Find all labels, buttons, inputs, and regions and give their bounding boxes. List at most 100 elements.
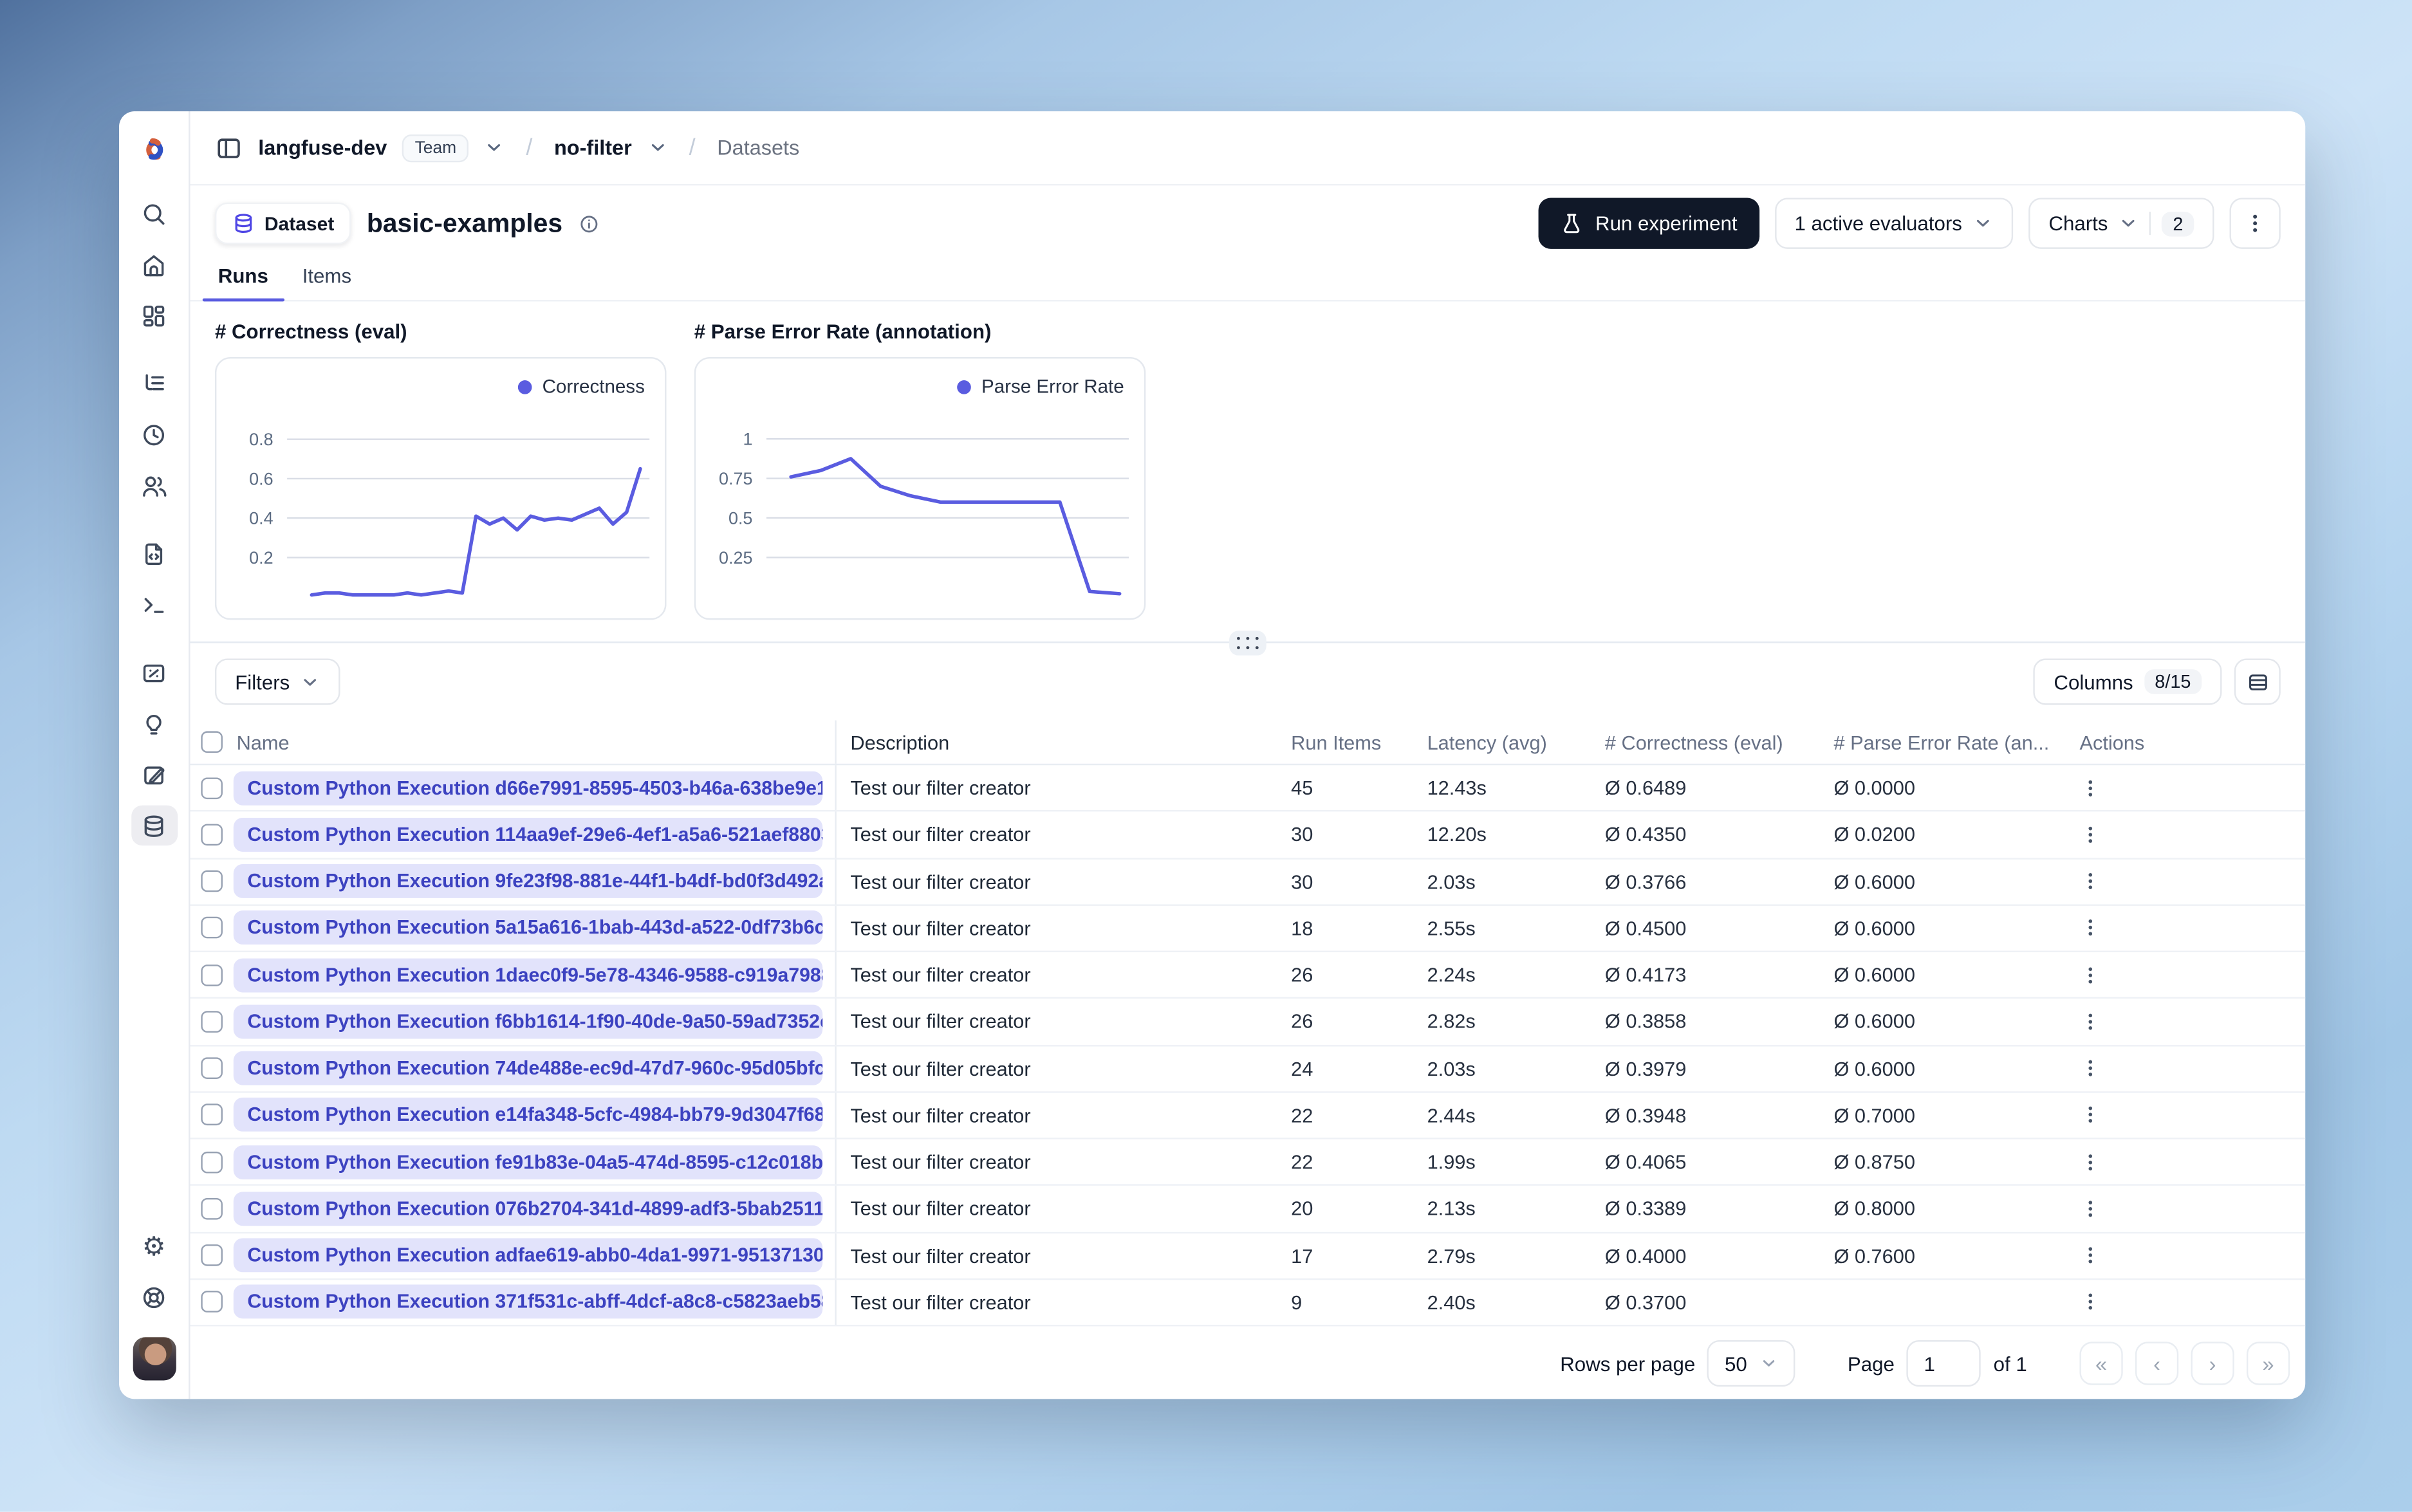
column-header-actions: Actions [2079, 730, 2145, 754]
run-correctness: Ø 0.3858 [1604, 1010, 1687, 1033]
row-checkbox[interactable] [201, 870, 223, 892]
run-name-link[interactable]: Custom Python Execution adfae619-abb0-4d… [233, 1238, 823, 1273]
column-header-name: Name [230, 720, 837, 764]
drag-handle[interactable] [1229, 631, 1266, 656]
breadcrumb-environment[interactable]: no-filter [554, 136, 632, 159]
row-checkbox[interactable] [201, 1010, 223, 1033]
sidebar-item-search[interactable] [131, 193, 177, 233]
charts-toggle-button[interactable]: Charts 2 [2028, 198, 2214, 249]
previous-page-button[interactable]: ‹ [2135, 1341, 2179, 1385]
select-all-checkbox[interactable] [201, 731, 223, 753]
main-content: langfuse-dev Team / no-filter / Datasets… [190, 111, 2306, 1399]
breadcrumb-section[interactable]: Datasets [717, 136, 799, 159]
row-checkbox[interactable] [201, 1104, 223, 1126]
svg-text:0.6: 0.6 [249, 470, 273, 489]
row-checkbox[interactable] [201, 824, 223, 845]
chart-card: 0.2 0.4 0.6 0.8 Correctness [214, 356, 667, 620]
dataset-entity-badge: Dataset [214, 202, 351, 244]
row-checkbox[interactable] [201, 777, 223, 799]
rows-per-page-value: 50 [1724, 1352, 1747, 1376]
filters-button[interactable]: Filters [214, 658, 341, 705]
svg-text:0.75: 0.75 [719, 469, 752, 488]
breadcrumb-separator: / [689, 134, 696, 161]
run-latency: 2.79s [1427, 1244, 1476, 1268]
row-actions-button[interactable] [2079, 1011, 2101, 1033]
page-number-input[interactable] [1907, 1340, 1981, 1387]
sidebar-item-prompts[interactable] [131, 533, 177, 573]
run-correctness: Ø 0.6489 [1604, 776, 1687, 800]
sidebar-item-sessions[interactable] [131, 414, 177, 454]
tab-bar: Runs Items [190, 257, 2306, 302]
tab-items[interactable]: Items [299, 257, 355, 300]
row-checkbox[interactable] [201, 917, 223, 939]
chevron-down-icon[interactable] [484, 138, 504, 158]
row-height-button[interactable] [2234, 658, 2281, 705]
svg-text:0.4: 0.4 [249, 509, 274, 528]
sidebar-item-evaluation[interactable] [131, 652, 177, 692]
row-actions-button[interactable] [2079, 824, 2101, 845]
run-name-link[interactable]: Custom Python Execution 74de488e-ec9d-47… [233, 1051, 823, 1085]
sidebar-toggle-button[interactable] [215, 134, 243, 161]
clock-icon [144, 424, 165, 445]
rows-per-page-select[interactable]: 50 [1707, 1340, 1795, 1387]
sidebar-item-insights[interactable] [131, 703, 177, 743]
row-actions-button[interactable] [2079, 777, 2101, 799]
row-actions-button[interactable] [2079, 1151, 2101, 1173]
row-checkbox[interactable] [201, 1244, 223, 1267]
sidebar-item-annotation-queues[interactable] [131, 754, 177, 794]
run-parse-error-rate: Ø 0.7000 [1833, 1103, 1915, 1127]
run-name-link[interactable]: Custom Python Execution 114aa9ef-29e6-4e… [233, 817, 823, 852]
breadcrumb-project[interactable]: langfuse-dev [258, 136, 387, 159]
sidebar-item-settings[interactable]: ⚙ [131, 1226, 177, 1266]
run-name-link[interactable]: Custom Python Execution e14fa348-5cfc-49… [233, 1098, 823, 1132]
legend-dot-icon [517, 379, 532, 394]
sidebar-item-datasets[interactable] [131, 805, 178, 846]
row-actions-button[interactable] [2079, 964, 2101, 986]
row-checkbox[interactable] [201, 1151, 223, 1173]
row-actions-button[interactable] [2079, 1291, 2101, 1313]
active-evaluators-button[interactable]: 1 active evaluators [1774, 198, 2014, 249]
chevron-down-icon[interactable] [647, 138, 667, 158]
user-avatar[interactable] [132, 1337, 176, 1381]
tab-runs[interactable]: Runs [202, 257, 283, 302]
row-actions-button[interactable] [2079, 871, 2101, 892]
row-checkbox[interactable] [201, 1057, 223, 1080]
next-page-button[interactable]: › [2191, 1341, 2234, 1385]
run-name-link[interactable]: Custom Python Execution fe91b83e-04a5-47… [233, 1145, 823, 1179]
run-name-link[interactable]: Custom Python Execution 371f531c-abff-4d… [233, 1285, 823, 1320]
run-name-link[interactable]: Custom Python Execution 1daec0f9-5e78-43… [233, 957, 823, 992]
run-parse-error-rate: Ø 0.6000 [1833, 916, 1915, 940]
sidebar-item-tracing[interactable] [131, 364, 177, 403]
info-icon[interactable] [578, 212, 600, 234]
run-name-link[interactable]: Custom Python Execution 076b2704-341d-48… [233, 1192, 823, 1226]
run-correctness: Ø 0.3389 [1604, 1197, 1687, 1221]
row-checkbox[interactable] [201, 964, 223, 986]
last-page-button[interactable]: » [2246, 1341, 2290, 1385]
run-parse-error-rate: Ø 0.6000 [1833, 1056, 1915, 1080]
row-actions-button[interactable] [2079, 1104, 2101, 1126]
row-actions-button[interactable] [2079, 1244, 2101, 1266]
sidebar-item-dashboards[interactable] [131, 295, 177, 335]
row-actions-button[interactable] [2079, 1198, 2101, 1220]
run-name-link[interactable]: Custom Python Execution 5a15a616-1bab-44… [233, 911, 823, 945]
desktop-background: ⚙ langfuse-dev Team / no-filter / Datase… [0, 0, 2412, 1512]
more-actions-button[interactable] [2229, 198, 2281, 249]
run-description: Test our filter creator [850, 1103, 1031, 1127]
run-name-link[interactable]: Custom Python Execution 9fe23f98-881e-44… [233, 864, 823, 899]
sidebar-item-users[interactable] [131, 465, 177, 505]
row-checkbox[interactable] [201, 1197, 223, 1220]
sidebar-item-playground[interactable] [131, 584, 177, 624]
run-experiment-button[interactable]: Run experiment [1538, 198, 1759, 249]
run-items-count: 9 [1291, 1290, 1303, 1314]
row-actions-button[interactable] [2079, 1058, 2101, 1080]
run-name-link[interactable]: Custom Python Execution f6bb1614-1f90-40… [233, 1004, 823, 1039]
sidebar-item-support[interactable] [131, 1277, 177, 1317]
sidebar-item-home[interactable] [131, 244, 177, 284]
dashboards-icon [143, 304, 165, 326]
first-page-button[interactable]: « [2079, 1341, 2123, 1385]
row-actions-button[interactable] [2079, 917, 2101, 939]
langfuse-logo[interactable] [134, 130, 174, 170]
run-name-link[interactable]: Custom Python Execution d66e7991-8595-45… [233, 770, 823, 805]
row-checkbox[interactable] [201, 1291, 223, 1313]
columns-button[interactable]: Columns 8/15 [2034, 658, 2222, 705]
